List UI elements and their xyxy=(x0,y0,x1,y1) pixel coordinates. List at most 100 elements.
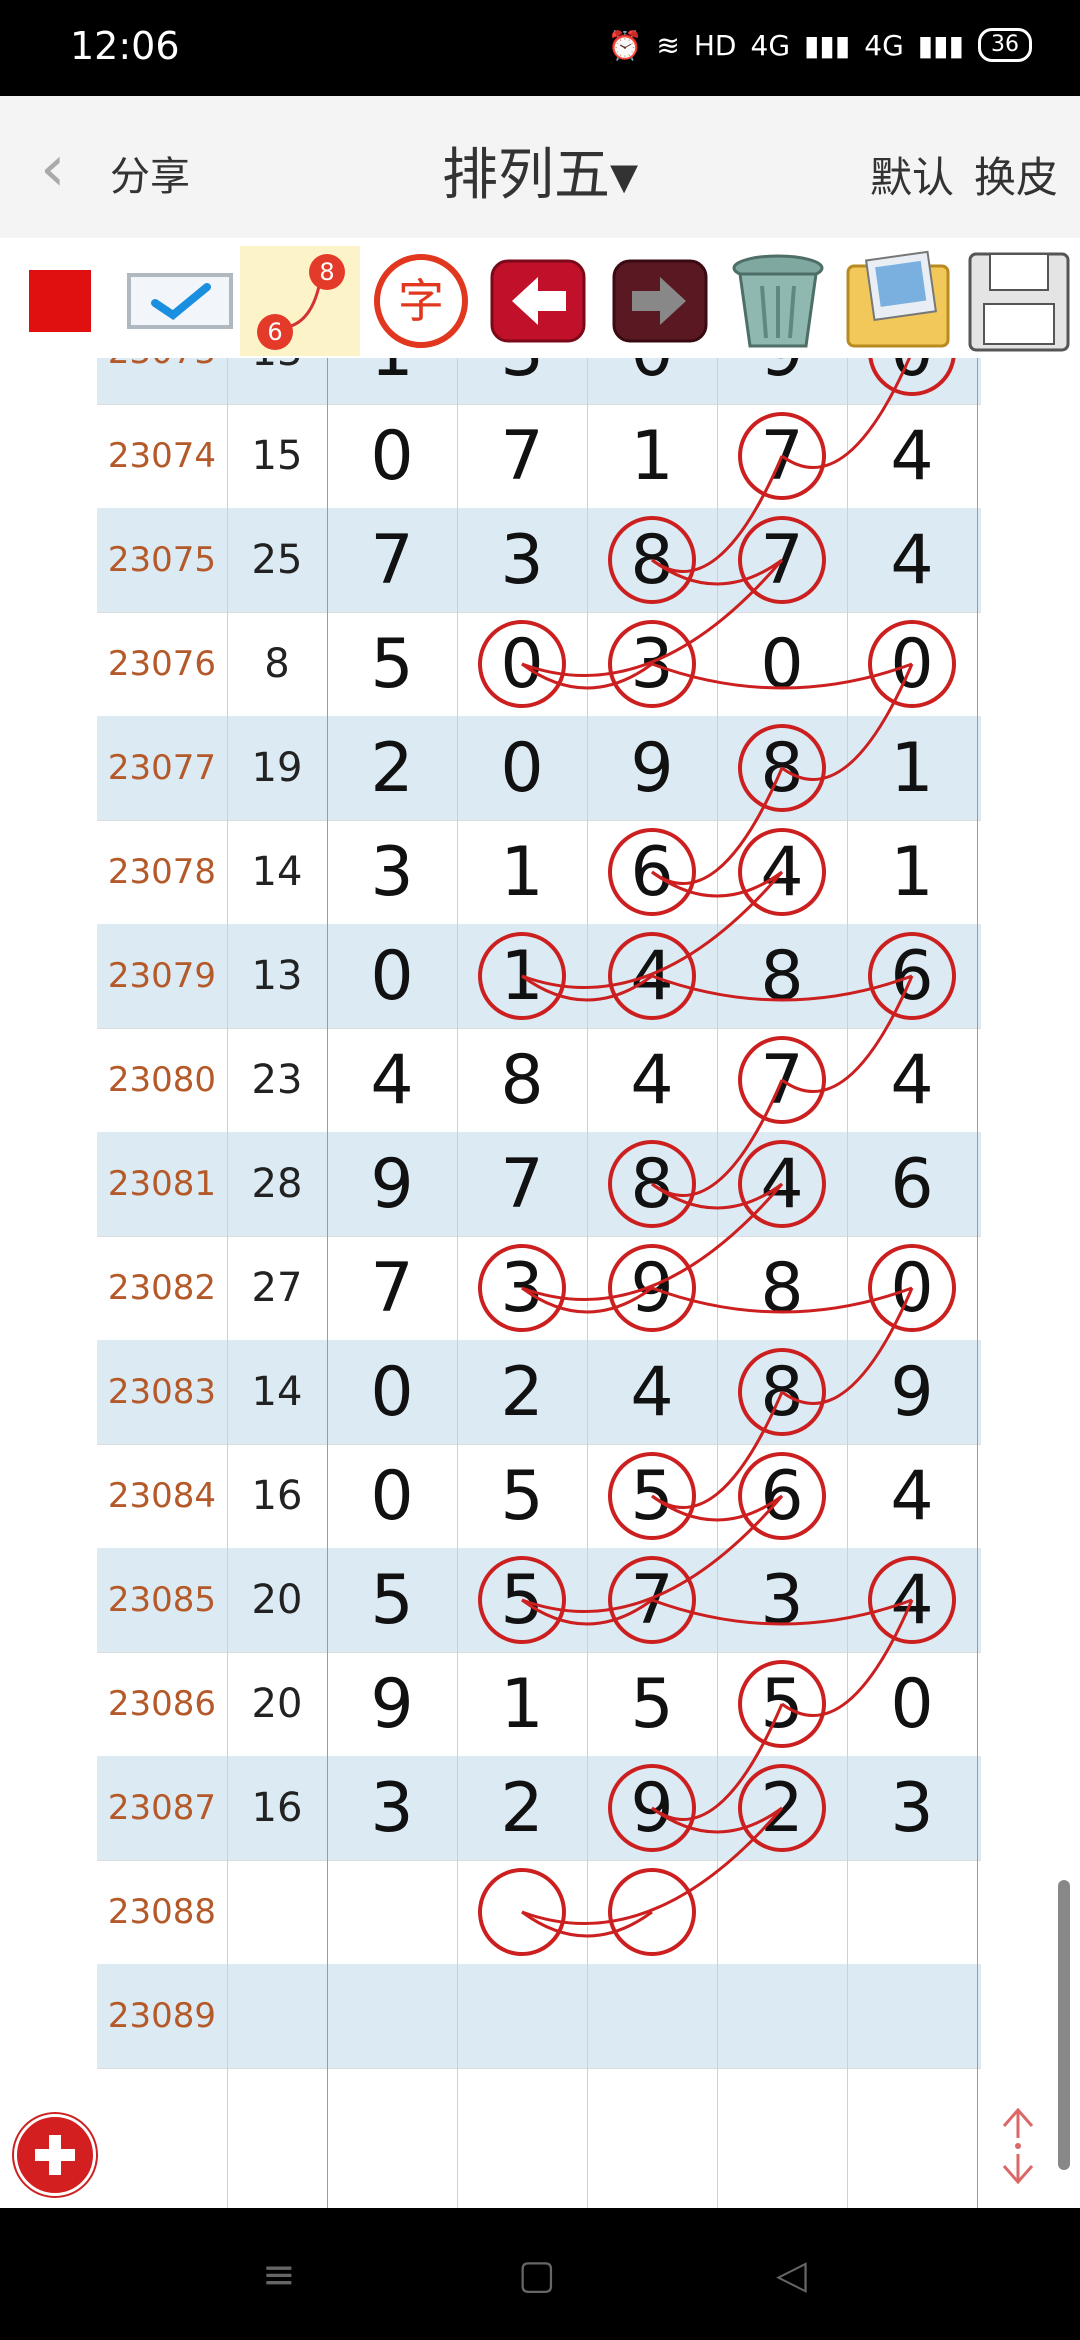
digit-cell[interactable]: 0 xyxy=(457,612,587,716)
table-row[interactable]: 23086 20 9 1 5 5 0 xyxy=(97,1652,981,1758)
digit-cell[interactable]: 4 xyxy=(587,1028,717,1132)
default-button[interactable]: 默认 xyxy=(870,144,954,205)
digit-cell[interactable]: 0 xyxy=(847,1236,977,1340)
digit-cell[interactable]: 2 xyxy=(327,716,457,820)
digit-cell[interactable] xyxy=(327,1964,457,2068)
digit-cell[interactable]: 2 xyxy=(717,1756,847,1860)
digit-cell[interactable] xyxy=(717,1860,847,1964)
digit-cell[interactable]: 4 xyxy=(587,1340,717,1444)
curve-tool-button[interactable]: 8 6 xyxy=(240,246,360,356)
character-tool-button[interactable]: 字 xyxy=(368,246,474,356)
digit-cell[interactable]: 6 xyxy=(717,1444,847,1548)
digit-cell[interactable]: 1 xyxy=(847,716,977,820)
digit-cell[interactable]: 9 xyxy=(717,358,847,404)
digit-cell[interactable]: 0 xyxy=(327,1444,457,1548)
digit-cell[interactable]: 7 xyxy=(457,1132,587,1236)
digit-cell[interactable]: 3 xyxy=(717,1548,847,1652)
digit-cell[interactable] xyxy=(457,1964,587,2068)
digit-cell[interactable]: 7 xyxy=(457,404,587,508)
menu-nav-icon[interactable]: ≡ xyxy=(262,2252,296,2298)
digit-cell[interactable] xyxy=(847,1860,977,1964)
scroll-up-down-icon[interactable] xyxy=(998,2104,1038,2188)
table-row[interactable]: 23080 23 4 8 4 7 4 xyxy=(97,1028,981,1133)
digit-cell[interactable]: 8 xyxy=(457,1028,587,1132)
digit-cell[interactable]: 9 xyxy=(587,1236,717,1340)
back-nav-icon[interactable]: ◁ xyxy=(776,2252,807,2298)
digit-cell[interactable]: 2 xyxy=(457,1340,587,1444)
digit-cell[interactable]: 9 xyxy=(847,1340,977,1444)
digit-cell[interactable]: 0 xyxy=(717,612,847,716)
digit-cell[interactable]: 9 xyxy=(327,1132,457,1236)
digit-cell[interactable]: 3 xyxy=(847,1756,977,1860)
digit-cell[interactable]: 1 xyxy=(587,404,717,508)
album-button[interactable] xyxy=(840,246,956,356)
digit-cell[interactable]: 0 xyxy=(327,404,457,508)
digit-cell[interactable]: 0 xyxy=(847,1652,977,1756)
digit-cell[interactable]: 9 xyxy=(587,1756,717,1860)
digit-cell[interactable]: 0 xyxy=(847,612,977,716)
table-row[interactable]: 23078 14 3 1 6 4 1 xyxy=(97,820,981,926)
digit-cell[interactable]: 8 xyxy=(717,716,847,820)
digit-cell[interactable]: 4 xyxy=(847,1028,977,1132)
undo-button[interactable] xyxy=(486,246,590,356)
digit-cell[interactable]: 4 xyxy=(847,1548,977,1652)
table-row[interactable]: 23084 16 0 5 5 6 4 xyxy=(97,1444,981,1549)
digit-cell[interactable]: 1 xyxy=(457,1652,587,1756)
table-row[interactable]: 23088 xyxy=(97,1860,981,1965)
home-nav-icon[interactable]: ▢ xyxy=(518,2252,556,2298)
digit-cell[interactable]: 2 xyxy=(457,1756,587,1860)
digit-cell[interactable]: 4 xyxy=(717,820,847,924)
digit-cell[interactable]: 5 xyxy=(457,1548,587,1652)
digit-cell[interactable] xyxy=(847,1964,977,2068)
table-row[interactable]: 23085 20 5 5 7 3 4 xyxy=(97,1548,981,1653)
table-row[interactable]: 23087 16 3 2 9 2 3 xyxy=(97,1756,981,1861)
digit-cell[interactable]: 5 xyxy=(327,1548,457,1652)
digit-cell[interactable]: 7 xyxy=(587,1548,717,1652)
table-row[interactable]: 23075 25 7 3 8 7 4 xyxy=(97,508,981,613)
digit-cell[interactable]: 4 xyxy=(847,1444,977,1548)
table-row[interactable]: 23083 14 0 2 4 8 9 xyxy=(97,1340,981,1445)
digit-cell[interactable]: 3 xyxy=(587,612,717,716)
digit-cell[interactable] xyxy=(587,1860,717,1964)
scrollbar-thumb[interactable] xyxy=(1058,1880,1070,2170)
digit-cell[interactable]: 7 xyxy=(717,1028,847,1132)
digit-cell[interactable]: 3 xyxy=(327,1756,457,1860)
digit-cell[interactable]: 8 xyxy=(587,1132,717,1236)
digit-cell[interactable]: 3 xyxy=(457,1236,587,1340)
digit-cell[interactable]: 8 xyxy=(717,924,847,1028)
digit-cell[interactable]: 7 xyxy=(717,404,847,508)
digit-cell[interactable]: 1 xyxy=(457,924,587,1028)
draw-table[interactable]: 2307222447712307313130902307415071742307… xyxy=(97,358,981,2208)
digit-cell[interactable]: 3 xyxy=(327,820,457,924)
digit-cell[interactable]: 8 xyxy=(717,1236,847,1340)
digit-cell[interactable]: 5 xyxy=(457,1444,587,1548)
digit-cell[interactable]: 5 xyxy=(587,1444,717,1548)
table-row[interactable]: 23081 28 9 7 8 4 6 xyxy=(97,1132,981,1237)
digit-cell[interactable]: 3 xyxy=(457,508,587,612)
digit-cell[interactable]: 3 xyxy=(457,358,587,404)
table-row[interactable]: 23077 19 2 0 9 8 1 xyxy=(97,716,981,821)
check-button[interactable] xyxy=(124,246,236,356)
digit-cell[interactable] xyxy=(717,1964,847,2068)
digit-cell[interactable]: 5 xyxy=(587,1652,717,1756)
digit-cell[interactable]: 7 xyxy=(717,508,847,612)
digit-cell[interactable]: 1 xyxy=(847,820,977,924)
digit-cell[interactable] xyxy=(587,1964,717,2068)
digit-cell[interactable]: 7 xyxy=(327,1236,457,1340)
digit-cell[interactable]: 9 xyxy=(587,716,717,820)
digit-cell[interactable]: 0 xyxy=(847,358,977,404)
digit-cell[interactable]: 4 xyxy=(587,924,717,1028)
digit-cell[interactable]: 4 xyxy=(327,1028,457,1132)
digit-cell[interactable]: 8 xyxy=(587,508,717,612)
digit-cell[interactable]: 4 xyxy=(847,404,977,508)
digit-cell[interactable]: 5 xyxy=(327,612,457,716)
add-button[interactable] xyxy=(14,2114,96,2196)
table-row[interactable]: 23076 8 5 0 3 0 0 xyxy=(97,612,981,717)
digit-cell[interactable]: 9 xyxy=(327,1652,457,1756)
table-row[interactable]: 230731313090 xyxy=(97,358,981,405)
skin-button[interactable]: 换皮 xyxy=(974,144,1058,205)
redo-button[interactable] xyxy=(608,246,712,356)
digit-cell[interactable]: 5 xyxy=(717,1652,847,1756)
digit-cell[interactable]: 1 xyxy=(457,820,587,924)
digit-cell[interactable]: 0 xyxy=(327,924,457,1028)
